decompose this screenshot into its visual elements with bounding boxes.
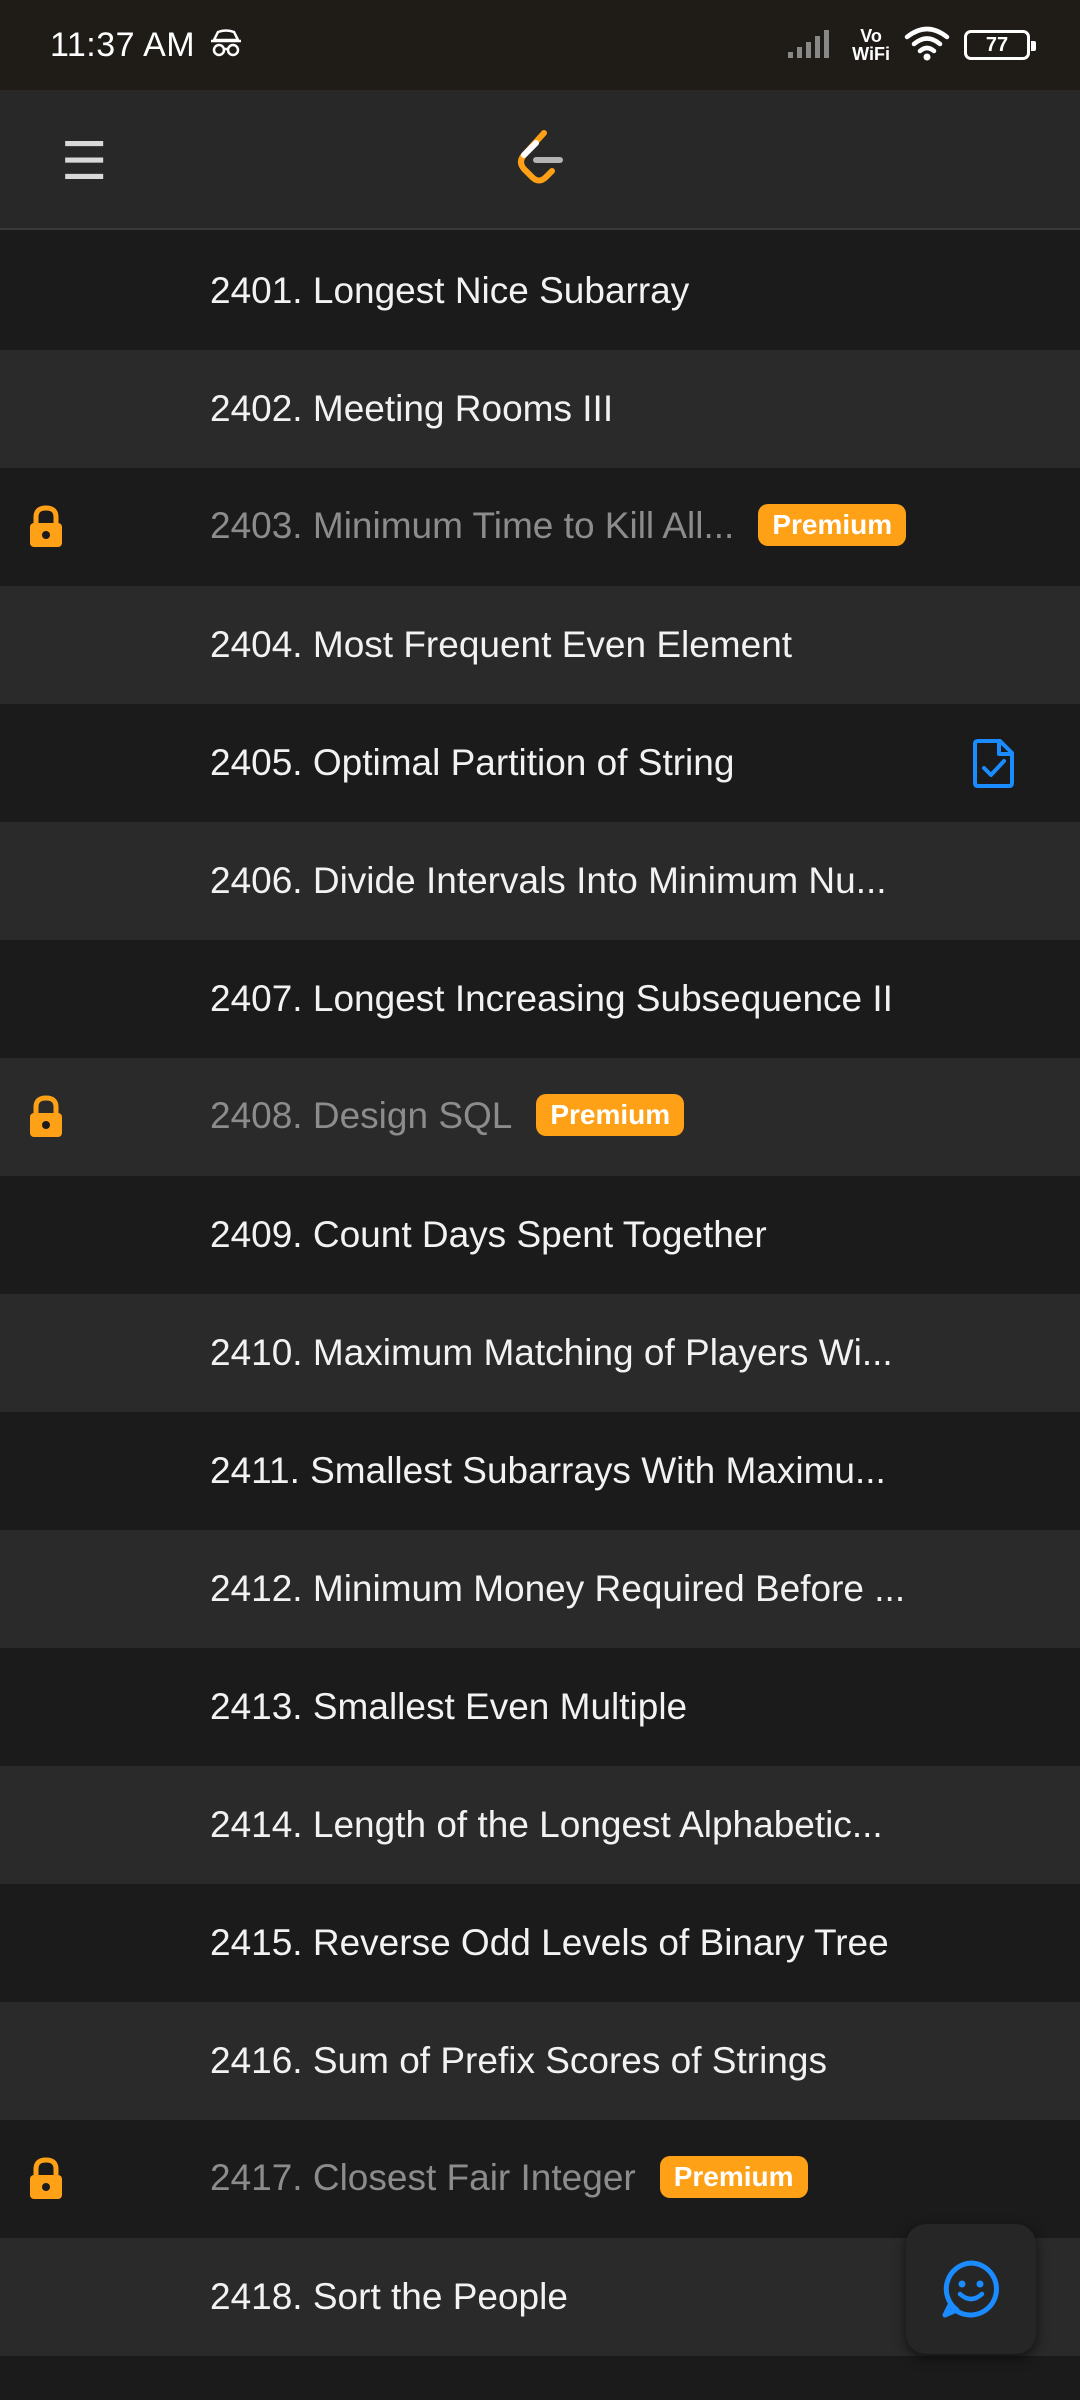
problem-title: 2412. Minimum Money Required Before ... xyxy=(210,1568,905,1610)
problem-title: 2408. Design SQL Premium xyxy=(210,1094,685,1139)
problem-title: 2407. Longest Increasing Subsequence II xyxy=(210,978,893,1020)
menu-icon: ☰ xyxy=(60,133,108,191)
problem-title-text: 2413. Smallest Even Multiple xyxy=(210,1686,688,1727)
battery-icon: 77 xyxy=(964,30,1036,60)
chat-smile-icon xyxy=(942,2260,999,2318)
premium-badge: Premium xyxy=(536,1094,685,1137)
problem-title: 2404. Most Frequent Even Element xyxy=(210,624,792,666)
premium-badge: Premium xyxy=(659,2156,808,2199)
problem-title: 2416. Sum of Prefix Scores of Strings xyxy=(210,2040,827,2082)
problem-row[interactable]: 2407. Longest Increasing Subsequence II xyxy=(0,940,1080,1058)
problem-row[interactable]: 2415. Reverse Odd Levels of Binary Tree xyxy=(0,1884,1080,2002)
problem-title: 2401. Longest Nice Subarray xyxy=(210,270,689,312)
status-right: Vo WiFi 77 xyxy=(786,25,1036,66)
problem-row[interactable]: 2408. Design SQL Premium xyxy=(0,1058,1080,1176)
problem-row[interactable]: 2416. Sum of Prefix Scores of Strings xyxy=(0,2002,1080,2120)
problem-title-text: 2407. Longest Increasing Subsequence II xyxy=(210,978,893,1019)
problem-title: 2409. Count Days Spent Together xyxy=(210,1214,767,1256)
problem-row[interactable]: 2403. Minimum Time to Kill All... Premium xyxy=(0,468,1080,586)
lock-icon xyxy=(26,2157,66,2201)
problem-title: 2411. Smallest Subarrays With Maximu... xyxy=(210,1450,886,1492)
problem-row[interactable]: 2409. Count Days Spent Together xyxy=(0,1176,1080,1294)
problem-title-text: 2410. Maximum Matching of Players Wi... xyxy=(210,1332,893,1373)
wifi-icon xyxy=(904,25,950,66)
problem-title: 2417. Closest Fair Integer Premium xyxy=(210,2156,808,2201)
problem-title-text: 2408. Design SQL xyxy=(210,1094,513,1136)
vowifi-vo-label: Vo xyxy=(860,26,882,46)
problem-title: 2402. Meeting Rooms III xyxy=(210,388,613,430)
incognito-icon xyxy=(209,28,243,63)
vowifi-wifi-label: WiFi xyxy=(852,44,890,64)
problem-title: 2410. Maximum Matching of Players Wi... xyxy=(210,1332,893,1374)
problem-title-text: 2402. Meeting Rooms III xyxy=(210,388,614,429)
problem-title-text: 2406. Divide Intervals Into Minimum Nu..… xyxy=(210,860,887,901)
battery-level: 77 xyxy=(985,33,1009,56)
status-time: 11:37 AM xyxy=(50,25,196,64)
problem-row[interactable]: 2401. Longest Nice Subarray xyxy=(0,232,1080,350)
problem-title-text: 2414. Length of the Longest Alphabetic..… xyxy=(210,1804,883,1845)
problem-row[interactable]: 2412. Minimum Money Required Before ... xyxy=(0,1530,1080,1648)
problem-row[interactable]: 2411. Smallest Subarrays With Maximu... xyxy=(0,1412,1080,1530)
problem-row[interactable]: 2404. Most Frequent Even Element xyxy=(0,586,1080,704)
app-bar: ☰ xyxy=(0,90,1080,230)
menu-button[interactable]: ☰ xyxy=(52,130,116,194)
problem-title-text: 2416. Sum of Prefix Scores of Strings xyxy=(210,2040,827,2081)
problem-title: 2406. Divide Intervals Into Minimum Nu..… xyxy=(210,860,887,902)
problem-title: 2405. Optimal Partition of String xyxy=(210,742,734,784)
problem-title-text: 2411. Smallest Subarrays With Maximu... xyxy=(210,1450,886,1491)
solved-document-icon xyxy=(972,737,1016,789)
problem-title-text: 2418. Sort the People xyxy=(210,2276,568,2317)
premium-badge: Premium xyxy=(758,504,907,547)
problem-row[interactable]: 2406. Divide Intervals Into Minimum Nu..… xyxy=(0,822,1080,940)
problem-row[interactable]: 2414. Length of the Longest Alphabetic..… xyxy=(0,1766,1080,1884)
problem-title-text: 2401. Longest Nice Subarray xyxy=(210,270,690,311)
problem-title-text: 2412. Minimum Money Required Before ... xyxy=(210,1568,906,1609)
problem-title: 2415. Reverse Odd Levels of Binary Tree xyxy=(210,1922,889,1964)
problem-title-text: 2409. Count Days Spent Together xyxy=(210,1214,767,1255)
problem-title-text: 2403. Minimum Time to Kill All... xyxy=(210,504,735,546)
signal-icon xyxy=(786,26,838,65)
vowifi-icon: Vo WiFi xyxy=(852,27,890,63)
problem-title: 2403. Minimum Time to Kill All... Premium xyxy=(210,504,907,549)
problem-title: 2418. Sort the People xyxy=(210,2276,568,2318)
problem-title-text: 2417. Closest Fair Integer xyxy=(210,2156,636,2198)
feedback-button[interactable] xyxy=(906,2224,1036,2354)
problem-title-text: 2405. Optimal Partition of String xyxy=(210,742,735,783)
problem-row[interactable]: 2410. Maximum Matching of Players Wi... xyxy=(0,1294,1080,1412)
problem-title: 2414. Length of the Longest Alphabetic..… xyxy=(210,1804,883,1846)
status-bar: 11:37 AM Vo WiFi 77 xyxy=(0,0,1080,90)
lock-icon xyxy=(26,505,66,549)
problem-row[interactable]: 2417. Closest Fair Integer Premium xyxy=(0,2120,1080,2238)
problem-row[interactable]: 2405. Optimal Partition of String xyxy=(0,704,1080,822)
leetcode-logo-icon[interactable] xyxy=(505,124,575,194)
problem-title-text: 2404. Most Frequent Even Element xyxy=(210,624,793,665)
problem-title-text: 2415. Reverse Odd Levels of Binary Tree xyxy=(210,1922,889,1963)
problem-list: 2401. Longest Nice Subarray 2402. Meeting… xyxy=(0,232,1080,2356)
problem-title: 2413. Smallest Even Multiple xyxy=(210,1686,687,1728)
problem-row[interactable]: 2413. Smallest Even Multiple xyxy=(0,1648,1080,1766)
lock-icon xyxy=(26,1095,66,1139)
problem-row[interactable]: 2402. Meeting Rooms III xyxy=(0,350,1080,468)
status-left: 11:37 AM xyxy=(50,26,243,65)
